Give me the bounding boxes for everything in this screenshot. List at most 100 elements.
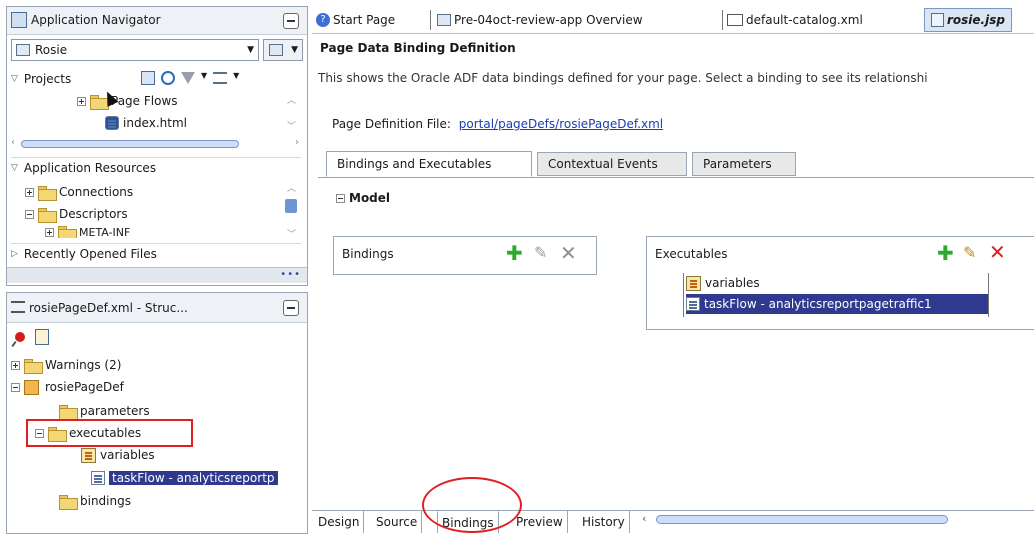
scrollbar-thumb[interactable]: [21, 140, 239, 148]
expand-icon[interactable]: [77, 96, 86, 106]
editor-tab[interactable]: Pre-04oct-review-app Overview: [430, 10, 643, 30]
edit-binding-icon[interactable]: ✎: [534, 243, 547, 262]
model-label: Model: [349, 191, 391, 205]
pagedef-link[interactable]: portal/pageDefs/rosiePageDef.xml: [459, 117, 663, 131]
expand-icon[interactable]: [45, 227, 54, 237]
delete-binding-icon[interactable]: ✕: [560, 241, 577, 265]
application-selector[interactable]: Rosie ▼: [11, 39, 259, 61]
tab-design[interactable]: Design: [314, 511, 365, 533]
delete-executable-icon[interactable]: ✕: [989, 240, 1006, 264]
projects-horizontal-scrollbar[interactable]: ‹ ›: [11, 137, 301, 151]
tree-item-label: rosiePageDef: [45, 380, 124, 394]
scroll-left-arrow-icon[interactable]: ‹: [642, 512, 646, 525]
bindings-label: Bindings: [342, 247, 394, 261]
add-executable-icon[interactable]: ✚: [937, 243, 954, 263]
resources-scroll-thumb[interactable]: [285, 199, 297, 213]
model-section-header[interactable]: Model: [336, 188, 390, 208]
structure-tree-item[interactable]: parameters: [59, 401, 150, 421]
application-menu-button[interactable]: ▼: [263, 39, 303, 61]
more-dots-icon[interactable]: •••: [280, 269, 301, 280]
scroll-up-arrow-icon[interactable]: ︿: [287, 93, 296, 106]
html-file-icon: [105, 116, 119, 130]
filter-files-icon[interactable]: [141, 71, 155, 85]
new-view-icon[interactable]: [35, 329, 49, 345]
structure-title: rosiePageDef.xml - Struc...: [29, 301, 188, 315]
executable-item[interactable]: variables: [686, 273, 760, 293]
application-resources-header[interactable]: ▽ Application Resources: [11, 157, 301, 177]
collapse-triangle-icon: ▽: [11, 74, 18, 84]
bottom-tab-label: History: [582, 515, 625, 529]
project-toolbar-icons: ▼ ▼: [141, 71, 239, 85]
chevron-down-icon[interactable]: ▼: [201, 71, 207, 85]
collapse-icon[interactable]: [11, 382, 20, 392]
executables-highlight-box: [26, 419, 193, 447]
executable-label: variables: [705, 276, 760, 290]
recently-opened-files-header[interactable]: ▷ Recently Opened Files: [11, 243, 301, 263]
pin-icon[interactable]: [15, 332, 25, 342]
editor-horizontal-scrollbar[interactable]: ‹: [640, 512, 1034, 528]
resource-tree-item[interactable]: Connections: [25, 182, 133, 202]
structure-tree-item[interactable]: rosiePageDef: [11, 377, 124, 397]
editor-tab[interactable]: ? Start Page: [316, 10, 395, 30]
resource-tree-item[interactable]: Descriptors: [25, 204, 128, 224]
catalog-book-icon: [727, 14, 743, 26]
projects-accordion-header[interactable]: ▽ Projects ▼ ▼: [11, 69, 301, 89]
tab-strip-line: [318, 177, 1034, 178]
structure-tree-item[interactable]: variables: [81, 445, 155, 465]
tab-source[interactable]: Source: [372, 511, 423, 533]
scroll-down-arrow-icon[interactable]: ﹀: [287, 119, 296, 132]
editor-tab-label: Pre-04oct-review-app Overview: [454, 13, 643, 27]
executables-list[interactable]: variables taskFlow - analyticsreportpage…: [683, 273, 989, 317]
project-tree-item[interactable]: Page Flows: [77, 91, 178, 111]
structure-tree-item[interactable]: bindings: [59, 491, 131, 511]
scroll-up-arrow-icon[interactable]: ︿: [287, 181, 296, 194]
tab-contextual-events[interactable]: Contextual Events: [537, 152, 687, 176]
tab-parameters[interactable]: Parameters: [692, 152, 796, 176]
scroll-right-arrow-icon[interactable]: ›: [295, 137, 299, 148]
structure-tree-item-selected[interactable]: taskFlow - analyticsreportp: [91, 468, 278, 488]
tab-history[interactable]: History: [578, 511, 630, 533]
scroll-down-arrow-icon[interactable]: ﹀: [287, 227, 296, 240]
scroll-left-arrow-icon[interactable]: ‹: [11, 137, 15, 148]
bindings-list-area[interactable]: [333, 274, 597, 275]
add-binding-icon[interactable]: ✚: [506, 243, 523, 263]
overview-icon: [437, 14, 451, 26]
folder-icon: [59, 404, 78, 420]
collapse-icon[interactable]: [25, 209, 34, 219]
navigator-resize-bar[interactable]: •••: [7, 267, 307, 283]
pagedef-file-row: Page Definition File: portal/pageDefs/ro…: [332, 117, 663, 131]
executable-label: taskFlow - analyticsreportpagetraffic1: [704, 297, 932, 311]
tab-label: Contextual Events: [548, 157, 658, 171]
variables-icon: [81, 447, 96, 463]
project-tree-item[interactable]: index.html: [105, 113, 187, 133]
collapse-icon[interactable]: [336, 193, 345, 203]
refresh-icon[interactable]: [161, 71, 175, 85]
bindings-panel: Bindings ✚ ✎ ✕: [333, 236, 597, 274]
expand-icon[interactable]: [11, 360, 20, 370]
pagedef-icon: [24, 379, 39, 395]
minimize-structure-button[interactable]: [283, 300, 299, 316]
scrollbar-thumb[interactable]: [656, 515, 948, 524]
navigator-options-icon[interactable]: [213, 72, 228, 84]
tab-preview[interactable]: Preview: [512, 511, 568, 533]
tab-bindings-and-executables[interactable]: Bindings and Executables: [326, 151, 532, 177]
tree-item-label: Page Flows: [111, 94, 178, 108]
navigator-window-icon: [11, 12, 27, 28]
resource-tree-item[interactable]: META-INF: [45, 226, 130, 238]
editor-tab-active[interactable]: rosie.jsp: [924, 8, 1012, 32]
pin-needle-icon: [11, 340, 17, 348]
editor-tab-bar: ? Start Page Pre-04oct-review-app Overvi…: [312, 6, 1034, 34]
expand-icon[interactable]: [25, 187, 34, 197]
folder-icon: [38, 185, 57, 201]
structure-titlebar: rosiePageDef.xml - Struc...: [7, 293, 307, 323]
executable-item-selected[interactable]: taskFlow - analyticsreportpagetraffic1: [686, 294, 988, 314]
chevron-down-icon[interactable]: ▼: [233, 71, 239, 85]
minimize-navigator-button[interactable]: [283, 13, 299, 29]
chevron-down-icon: ▼: [291, 45, 298, 55]
application-name: Rosie: [35, 43, 68, 57]
edit-executable-icon[interactable]: ✎: [963, 243, 976, 262]
editor-tab[interactable]: default-catalog.xml: [722, 10, 863, 30]
structure-tree-item[interactable]: Warnings (2): [11, 355, 121, 375]
taskflow-icon: [91, 471, 105, 485]
filter-icon[interactable]: [181, 72, 195, 84]
